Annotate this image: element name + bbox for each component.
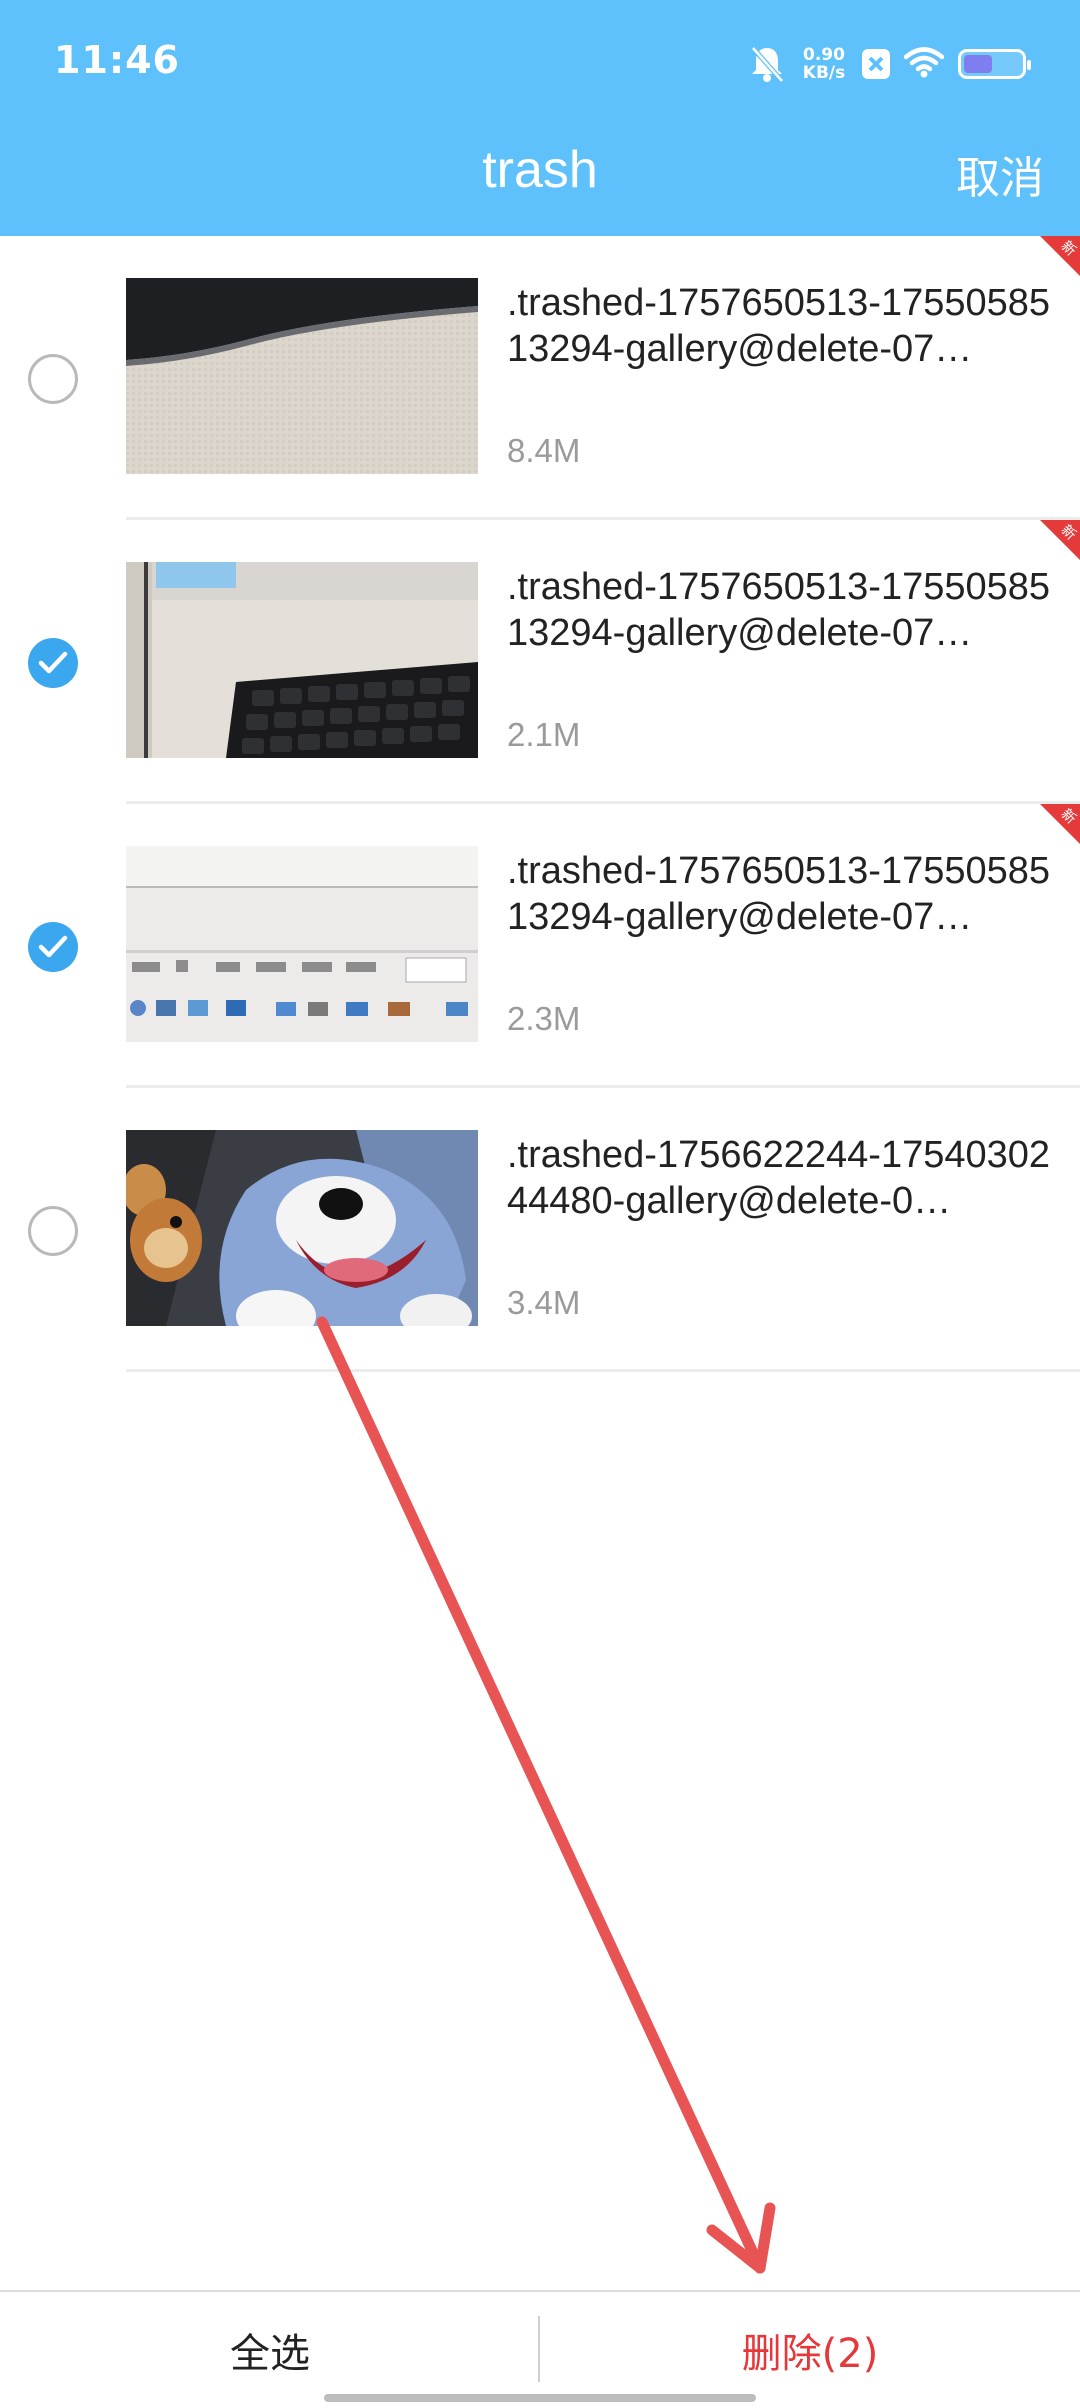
checkmark-icon [38, 935, 68, 958]
file-size: 3.4M [507, 1284, 581, 1321]
file-size: 2.1M [507, 716, 581, 753]
net-speed-unit: KB/s [802, 63, 846, 83]
file-name: .trashed-1757650513-1755058513294-galler… [507, 850, 1051, 938]
battery-icon [958, 49, 1031, 79]
status-icons: 0.90 KB/s [748, 36, 1031, 92]
file-thumbnail [126, 1130, 478, 1326]
file-thumbnail [126, 562, 478, 758]
file-row[interactable]: .trashed-1756622244-1754030244480-galler… [0, 1088, 1080, 1372]
select-radio[interactable] [28, 1206, 78, 1256]
select-all-button[interactable]: 全选 [0, 2292, 540, 2408]
trash-screen: 11:46 0.90 KB/s trash 取消 .trashed-175765… [0, 0, 1080, 2408]
file-name: .trashed-1757650513-1755058513294-galler… [507, 282, 1051, 370]
cancel-button[interactable]: 取消 [956, 142, 1044, 206]
select-radio-checked[interactable] [28, 638, 78, 688]
checkmark-icon [38, 651, 68, 674]
file-row[interactable]: .trashed-1757650513-1755058513294-galler… [0, 804, 1080, 1088]
battery-level [964, 55, 992, 73]
bottom-action-bar: 全选 删除(2) [0, 2290, 1080, 2408]
status-time: 11:46 [54, 38, 180, 82]
file-row[interactable]: .trashed-1757650513-1755058513294-galler… [0, 520, 1080, 804]
file-thumbnail [126, 846, 478, 1042]
net-speed: 0.90 KB/s [800, 46, 848, 82]
wifi-icon [903, 46, 945, 82]
select-radio[interactable] [28, 354, 78, 404]
file-row[interactable]: .trashed-1757650513-1755058513294-galler… [0, 236, 1080, 520]
net-speed-value: 0.90 [803, 45, 845, 65]
file-size: 8.4M [507, 432, 581, 469]
header-bar: 11:46 0.90 KB/s trash 取消 [0, 0, 1080, 236]
bell-off-icon [748, 44, 786, 84]
file-thumbnail [126, 278, 478, 474]
page-title: trash [482, 141, 598, 199]
home-indicator[interactable] [324, 2394, 756, 2402]
x-app-icon [862, 49, 890, 79]
file-size: 2.3M [507, 1000, 581, 1037]
file-name: .trashed-1756622244-1754030244480-galler… [507, 1134, 1051, 1222]
file-name: .trashed-1757650513-1755058513294-galler… [507, 566, 1051, 654]
row-divider [126, 1369, 1080, 1372]
select-radio-checked[interactable] [28, 922, 78, 972]
file-list: .trashed-1757650513-1755058513294-galler… [0, 236, 1080, 1372]
delete-button[interactable]: 删除(2) [540, 2292, 1080, 2408]
